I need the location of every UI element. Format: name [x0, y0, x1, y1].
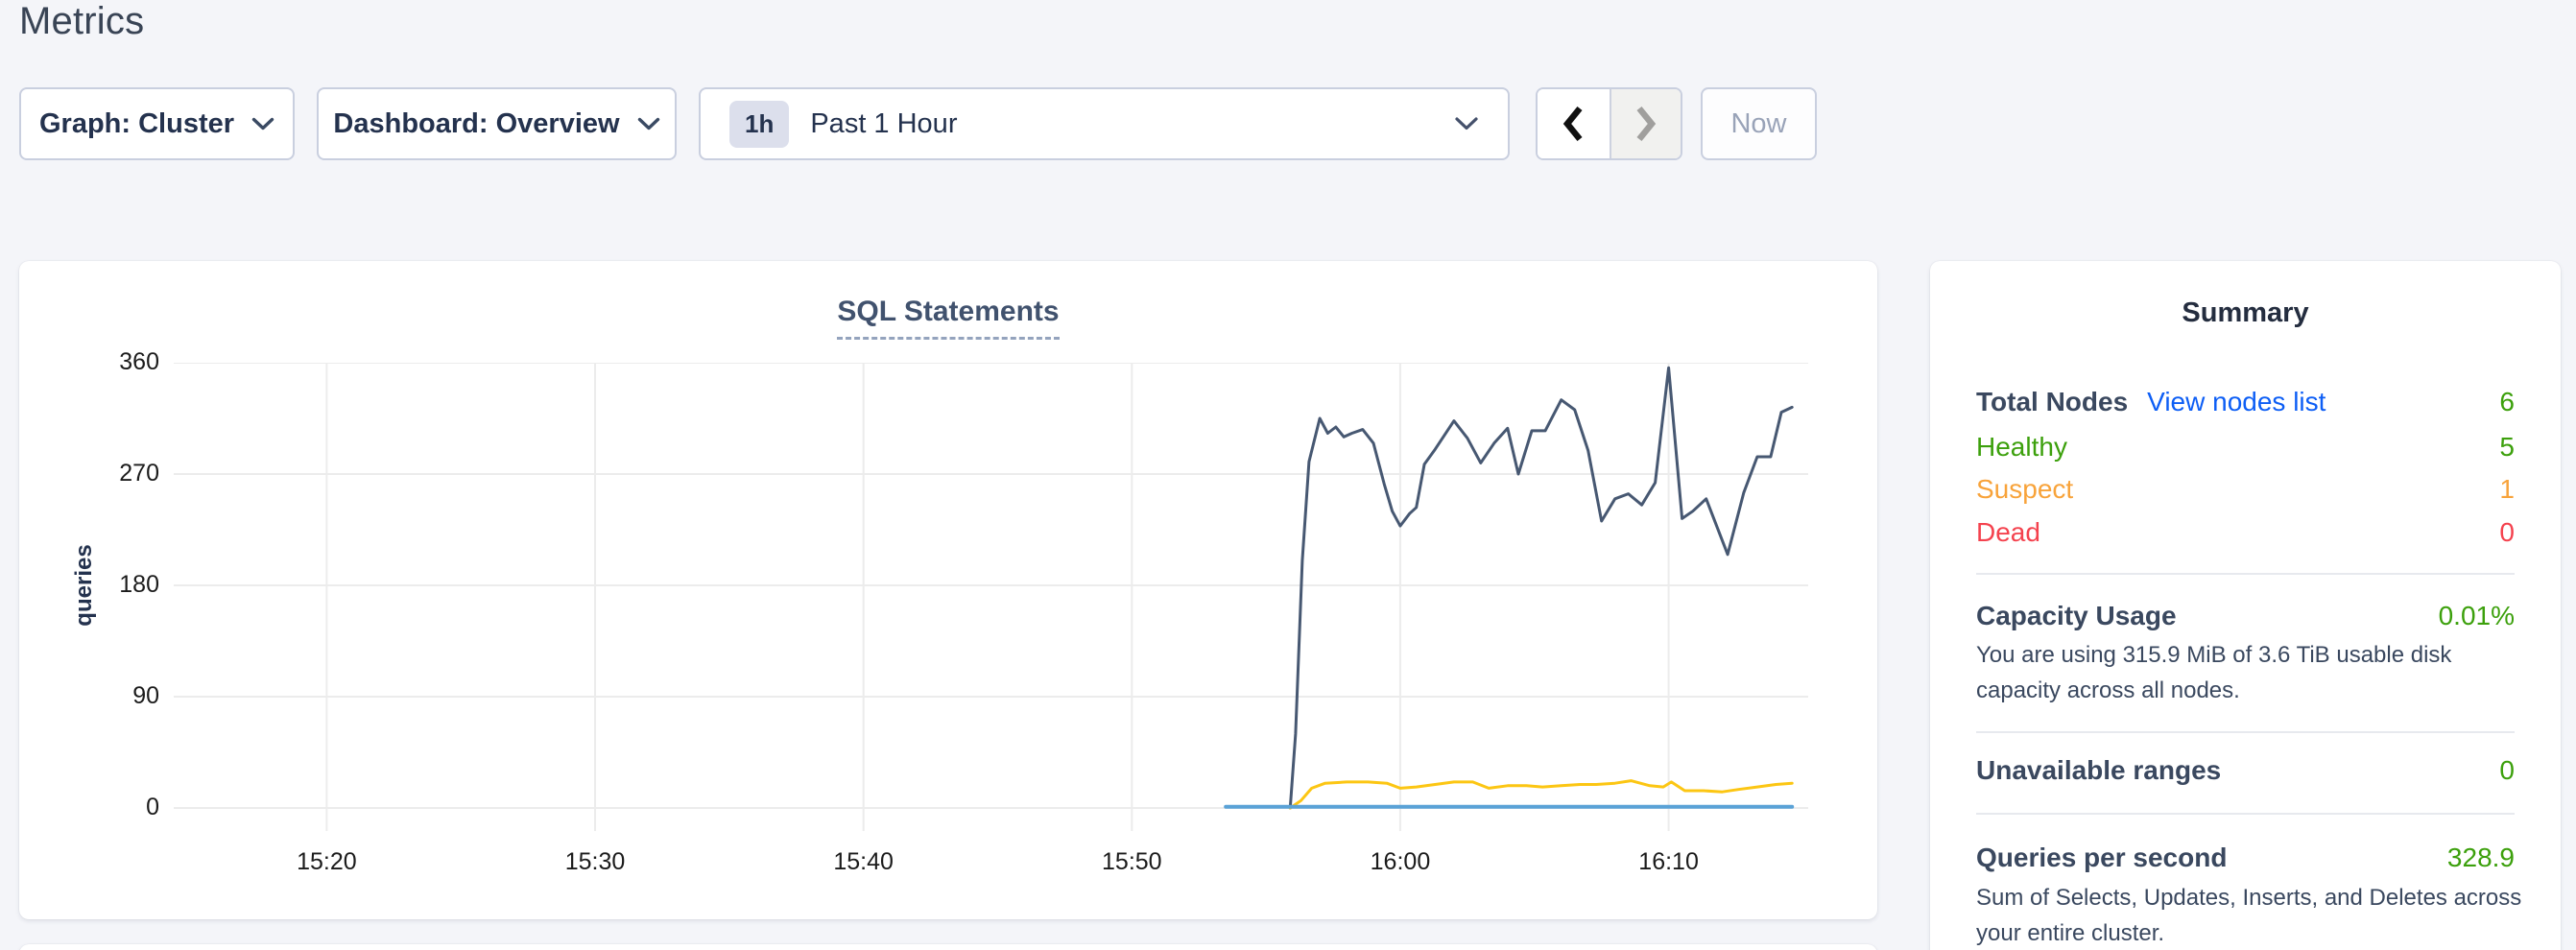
summary-title: Summary	[1930, 297, 2561, 329]
queries-yellow-line	[1290, 781, 1792, 808]
capacity-usage-description: You are using 315.9 MiB of 3.6 TiB usabl…	[1976, 637, 2522, 708]
summary-row-capacity: Capacity Usage 0.01%	[1976, 595, 2515, 637]
queries-per-second-label: Queries per second	[1976, 843, 2227, 873]
queries-per-second-description: Sum of Selects, Updates, Inserts, and De…	[1976, 880, 2522, 950]
y-tick-label: 90	[19, 682, 159, 710]
total-nodes-label: Total Nodes	[1976, 387, 2128, 417]
total-nodes-value: 6	[2499, 387, 2515, 417]
time-forward-button[interactable]	[1610, 89, 1682, 158]
time-range-label: Past 1 Hour	[810, 108, 1454, 140]
queries-per-second-value: 328.9	[2447, 843, 2515, 873]
graph-dropdown-label: Graph: Cluster	[39, 108, 234, 140]
dead-label: Dead	[1976, 517, 2040, 548]
dashboard-dropdown-label: Dashboard: Overview	[333, 108, 619, 140]
time-backward-button[interactable]	[1538, 89, 1610, 158]
y-tick-label: 360	[19, 348, 159, 376]
unavailable-ranges-value: 0	[2499, 755, 2515, 786]
healthy-label: Healthy	[1976, 432, 2067, 463]
time-range-badge: 1h	[729, 101, 789, 148]
time-range-picker[interactable]: 1h Past 1 Hour	[699, 87, 1510, 160]
summary-row-qps: Queries per second 328.9	[1976, 837, 2515, 879]
capacity-usage-value: 0.01%	[2439, 601, 2515, 631]
time-window-arrows	[1536, 87, 1682, 160]
summary-row-dead: Dead 0	[1976, 511, 2515, 554]
summary-panel: Summary Total Nodes View nodes list 6 He…	[1930, 261, 2561, 950]
queries-dark-line	[1290, 368, 1792, 808]
now-button[interactable]: Now	[1701, 87, 1817, 160]
suspect-value: 1	[2499, 474, 2515, 505]
metrics-page: Metrics Graph: Cluster Dashboard: Overvi…	[0, 0, 2576, 950]
chevron-down-icon	[1454, 116, 1479, 131]
chevron-down-icon	[637, 117, 660, 131]
toolbar: Graph: Cluster Dashboard: Overview 1h Pa…	[0, 87, 2576, 160]
x-tick-label: 15:50	[1055, 848, 1208, 876]
y-tick-label: 180	[19, 571, 159, 599]
capacity-usage-label: Capacity Usage	[1976, 601, 2177, 631]
unavailable-ranges-label: Unavailable ranges	[1976, 755, 2221, 786]
divider	[1976, 813, 2515, 815]
next-chart-card-edge	[19, 944, 1877, 950]
x-tick-label: 15:40	[787, 848, 941, 876]
divider	[1976, 731, 2515, 733]
x-tick-label: 15:20	[250, 848, 403, 876]
y-tick-label: 270	[19, 460, 159, 487]
chevron-left-icon	[1560, 104, 1586, 144]
view-nodes-list-link[interactable]: View nodes list	[2147, 387, 2326, 417]
summary-row-suspect: Suspect 1	[1976, 468, 2515, 511]
x-tick-label: 15:30	[518, 848, 672, 876]
x-tick-label: 16:00	[1324, 848, 1477, 876]
divider	[1976, 573, 2515, 575]
summary-row-healthy: Healthy 5	[1976, 426, 2515, 468]
chart-title-row: SQL Statements	[19, 296, 1877, 340]
chart-plot-area[interactable]	[174, 363, 1808, 833]
page-title: Metrics	[19, 0, 144, 43]
summary-row-unavailable-ranges: Unavailable ranges 0	[1976, 749, 2515, 792]
x-tick-label: 16:10	[1592, 848, 1746, 876]
healthy-value: 5	[2499, 432, 2515, 463]
chevron-right-icon	[1633, 104, 1659, 144]
chart-title[interactable]: SQL Statements	[837, 296, 1059, 340]
y-tick-label: 0	[19, 794, 159, 821]
dashboard-dropdown[interactable]: Dashboard: Overview	[317, 87, 677, 160]
dead-value: 0	[2499, 517, 2515, 548]
sql-statements-card: SQL Statements queries 090180270360 15:2…	[19, 261, 1877, 919]
chevron-down-icon	[251, 117, 274, 131]
graph-dropdown[interactable]: Graph: Cluster	[19, 87, 295, 160]
summary-row-total-nodes: Total Nodes View nodes list 6	[1976, 381, 2515, 423]
suspect-label: Suspect	[1976, 474, 2073, 505]
